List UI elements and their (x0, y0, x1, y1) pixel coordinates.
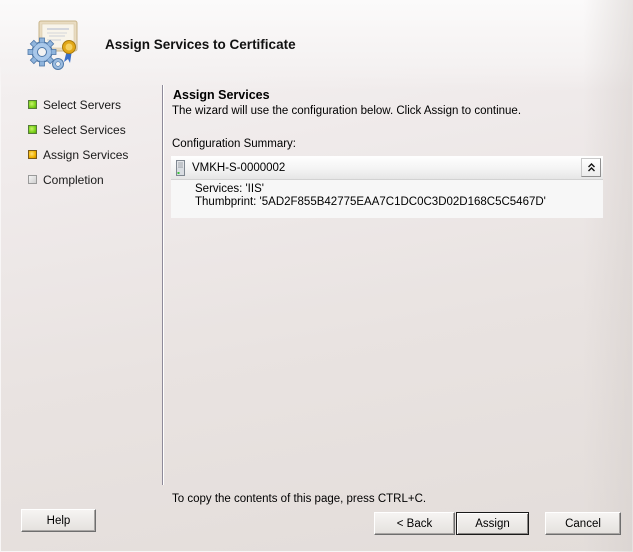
server-icon (176, 159, 185, 176)
step-current-icon (28, 150, 37, 159)
sidebar-divider (162, 85, 163, 485)
help-button[interactable]: Help (21, 509, 96, 532)
step-label: Select Services (43, 122, 126, 137)
step-pending-icon (28, 175, 37, 184)
step-completion: Completion (28, 167, 128, 192)
configuration-summary-panel: VMKH-S-0000002 Services: 'IIS' Thumbprin… (171, 156, 603, 218)
step-label: Completion (43, 172, 104, 187)
thumbprint-line: Thumbprint: '5AD2F855B42775EAA7C1DC0C3D0… (195, 196, 546, 208)
summary-group-header[interactable]: VMKH-S-0000002 (171, 156, 603, 180)
step-assign-services: Assign Services (28, 142, 128, 167)
section-title: Assign Services (173, 88, 270, 102)
cancel-button[interactable]: Cancel (545, 512, 621, 535)
wizard-steps: Select Servers Select Services Assign Se… (28, 92, 128, 192)
assign-button[interactable]: Assign (456, 512, 529, 535)
background-shade (583, 0, 633, 552)
step-label: Assign Services (43, 147, 129, 162)
collapse-button[interactable] (581, 158, 601, 177)
summary-details: Services: 'IIS' Thumbprint: '5AD2F855B42… (171, 180, 603, 218)
step-complete-icon (28, 100, 37, 109)
step-select-servers: Select Servers (28, 92, 128, 117)
step-complete-icon (28, 125, 37, 134)
section-description: The wizard will use the configuration be… (172, 105, 522, 117)
services-line: Services: 'IIS' (195, 183, 264, 195)
copy-hint: To copy the contents of this page, press… (172, 493, 427, 505)
wizard-title: Assign Services to Certificate (105, 37, 296, 52)
back-button[interactable]: < Back (374, 512, 455, 535)
chevron-double-up-icon (587, 163, 595, 172)
step-select-services: Select Services (28, 117, 128, 142)
header-background (0, 0, 633, 90)
server-name: VMKH-S-0000002 (192, 161, 286, 174)
step-label: Select Servers (43, 97, 122, 112)
configuration-summary-label: Configuration Summary: (172, 138, 296, 150)
certificate-gears-icon (25, 18, 83, 74)
